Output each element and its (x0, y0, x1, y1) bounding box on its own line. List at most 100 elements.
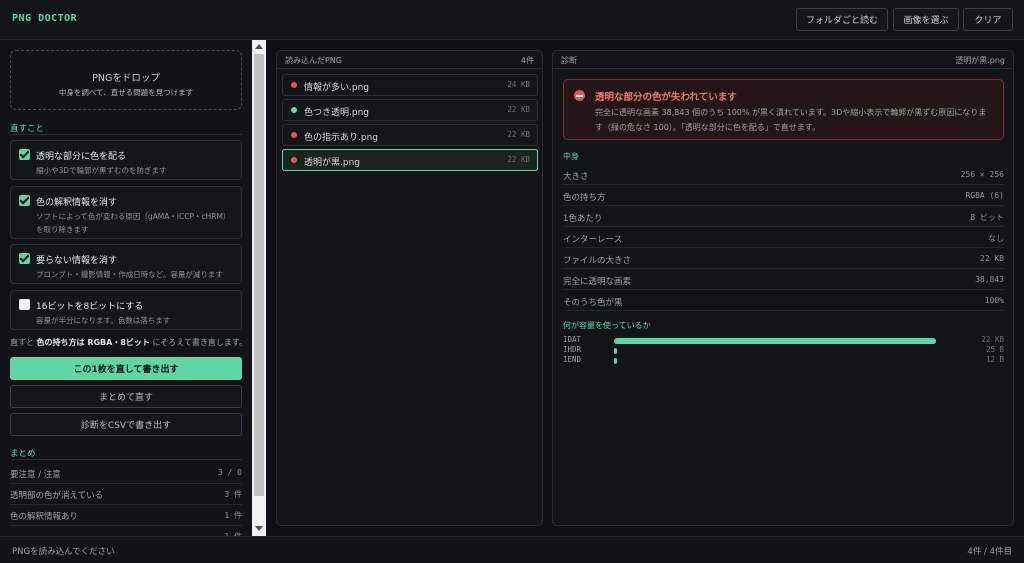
contents-value: 38,843 (975, 275, 1004, 284)
summary-value: 3 / 0 (217, 468, 242, 477)
file-list-panel: 読み込んだPNG 4件 情報が多い.png 24 KB 色つき透明.png 22 KB… (276, 50, 543, 526)
summary-label: 透明部の色が消えている (10, 491, 104, 501)
status-dot-icon (291, 107, 297, 113)
file-name: 色の指示あり.png (304, 133, 378, 143)
status-dot-icon (291, 82, 297, 88)
chunk-value: 25 B (985, 345, 1004, 354)
diagnosis-header: 診断 透明が黒.png (553, 51, 1013, 69)
scroll-down-icon[interactable] (255, 526, 263, 531)
summary-label: 色の解釈情報あり (10, 512, 79, 522)
contents-label: 完全に透明な画素 (563, 277, 632, 287)
diagnosis-title: 診断 (561, 56, 577, 65)
open-folder-button[interactable]: フォルダごと読む (796, 8, 888, 31)
file-item[interactable]: 色つき透明.png 22 KB (282, 99, 538, 121)
status-bar: PNGを読み込んでください 4件 / 4件目 (0, 536, 1024, 563)
file-item[interactable]: 色の指示あり.png 22 KB (282, 124, 538, 146)
app-title: PNG DOCTOR (12, 13, 78, 24)
status-right: 4件 / 4件目 (967, 547, 1012, 557)
fix-option-remove-color-info[interactable]: 色の解釈情報を消す ソフトによって色が変わる原因（gAMA・iCCP・cHRM）… (10, 186, 242, 239)
status-left: PNGを読み込んでください (12, 547, 115, 557)
export-csv-button[interactable]: 診断をCSVで書き出す (10, 413, 242, 436)
option-desc: ソフトによって色が変わる原因（gAMA・iCCP・cHRM）を取り除きます (36, 212, 231, 234)
contents-value: 256 × 256 (960, 170, 1004, 179)
fix-this-button[interactable]: この1枚を直して書き出す (10, 357, 242, 380)
contents-value: RGBA (6) (965, 191, 1004, 200)
contents-row: 完全に透明な画素 38,843 (563, 269, 1004, 290)
contents-value: 100% (984, 296, 1004, 305)
contents-label: 1色あたり (563, 214, 603, 224)
summary-row: 要注意 / 注意 3 / 0 (10, 463, 242, 484)
status-dot-icon (291, 132, 297, 138)
contents-row: 色の持ち方 RGBA (6) (563, 185, 1004, 206)
option-desc: 縮小や3Dで輪郭が黒ずむのを防ぎます (36, 166, 167, 175)
contents-value: 22 KB (979, 254, 1004, 263)
clear-button[interactable]: クリア (963, 8, 1013, 31)
fix-option-fill-transparent[interactable]: 透明な部分に色を配る 縮小や3Dで輪郭が黒ずむのを防ぎます (10, 140, 242, 180)
summary-row: 1 件 (10, 526, 242, 536)
summary-label: 要注意 / 注意 (10, 470, 61, 480)
contents-row: インターレース なし (563, 227, 1004, 248)
chunk-name: IEND (563, 355, 582, 364)
sidebar: PNGをドロップ 中身を調べて、直せる問題を見つけます 直すこと 透明な部分に色… (0, 40, 252, 536)
chunk-bar (614, 358, 617, 364)
contents-value: なし (988, 234, 1004, 243)
file-size: 22 KB (507, 155, 530, 164)
contents-row: ファイルの大きさ 22 KB (563, 248, 1004, 269)
sidebar-scrollbar[interactable] (252, 40, 266, 536)
option-label: 要らない情報を消す (36, 256, 118, 266)
option-label: 色の解釈情報を消す (36, 198, 118, 208)
chunk-name: IDAT (563, 335, 582, 344)
dropzone-title: PNGをドロップ (92, 73, 160, 84)
file-list-header: 読み込んだPNG 4件 (277, 51, 542, 69)
chunk-value: 12 B (985, 355, 1004, 364)
scrollbar-thumb[interactable] (254, 54, 264, 496)
summary-value: 3 件 (224, 490, 242, 499)
summary-row: 透明部の色が消えている 3 件 (10, 484, 242, 505)
file-name: 色つき透明.png (304, 108, 369, 118)
dropzone-subtitle: 中身を調べて、直せる問題を見つけます (58, 88, 194, 97)
checkbox-remove-metadata[interactable] (19, 253, 30, 264)
checkbox-fill-transparent[interactable] (19, 149, 30, 160)
contents-row: そのうち色が黒 100% (563, 290, 1004, 311)
note-bold: 色の持ち方は RGBA・8ビット (36, 338, 150, 347)
alert-desc: 完全に透明な画素 38,843 個のうち 100% が黒く潰れています。3Dや縮… (595, 108, 987, 132)
checkbox-remove-color-info[interactable] (19, 195, 30, 206)
note-suffix: にそろえて書き直します。 (152, 338, 248, 347)
file-size: 22 KB (507, 130, 530, 139)
file-item[interactable]: 情報が多い.png 24 KB (282, 74, 538, 96)
contents-row: 1色あたり 8 ビット (563, 206, 1004, 227)
scroll-up-icon[interactable] (255, 44, 263, 49)
option-desc: 容量が半分になります。色数は落ちます (36, 316, 171, 325)
contents-label: 大きさ (563, 172, 589, 182)
contents-heading: 中身 (563, 152, 579, 161)
diagnosis-panel: 診断 透明が黒.png 透明な部分の色が失われています 完全に透明な画素 38,… (552, 50, 1014, 526)
fixes-heading: 直すこと (10, 124, 45, 134)
chunk-row: IEND 12 B (563, 355, 1004, 366)
error-icon (574, 90, 585, 101)
chunk-name: IHDR (563, 345, 582, 354)
contents-value: 8 ビット (970, 213, 1004, 222)
contents-label: インターレース (563, 235, 623, 245)
file-list-title: 読み込んだPNG (285, 56, 343, 65)
checkbox-16-to-8-bit[interactable] (19, 299, 30, 310)
file-size: 24 KB (507, 80, 530, 89)
dropzone[interactable]: PNGをドロップ 中身を調べて、直せる問題を見つけます (10, 50, 242, 110)
divider (10, 134, 242, 135)
fix-option-remove-metadata[interactable]: 要らない情報を消す プロンプト・撮影情報・作成日時など。容量が減ります (10, 244, 242, 284)
summary-heading: まとめ (10, 449, 36, 459)
select-images-button[interactable]: 画像を選ぶ (893, 8, 959, 31)
rewrite-note: 直すと 色の持ち方は RGBA・8ビット にそろえて書き直します。 (10, 337, 247, 348)
file-item[interactable]: 透明が黒.png 22 KB (282, 149, 538, 171)
alert-box: 透明な部分の色が失われています 完全に透明な画素 38,843 個のうち 100… (563, 79, 1004, 140)
fix-option-16-to-8-bit[interactable]: 16ビットを8ビットにする 容量が半分になります。色数は落ちます (10, 290, 242, 330)
option-label: 16ビットを8ビットにする (36, 302, 144, 312)
contents-label: 色の持ち方 (563, 193, 606, 203)
contents-label: ファイルの大きさ (563, 256, 632, 266)
chunk-bar (614, 338, 936, 344)
contents-label: そのうち色が黒 (563, 298, 623, 308)
alert-title: 透明な部分の色が失われています (595, 92, 737, 103)
file-count: 4件 (520, 56, 534, 65)
top-bar: PNG DOCTOR フォルダごと読む 画像を選ぶ クリア (0, 0, 1024, 40)
option-desc: プロンプト・撮影情報・作成日時など。容量が減ります (36, 270, 223, 279)
fix-all-button[interactable]: まとめて直す (10, 385, 242, 408)
